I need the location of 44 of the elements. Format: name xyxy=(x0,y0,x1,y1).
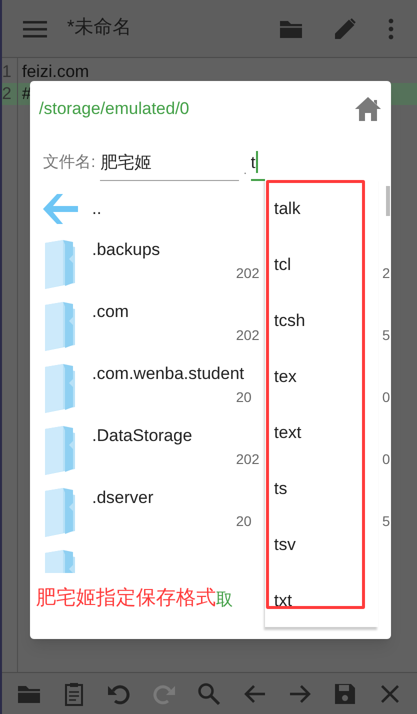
pencil-icon[interactable] xyxy=(333,16,357,40)
folder-icon xyxy=(43,363,76,415)
caption-text: 肥宅姬指定保存格式 xyxy=(36,586,216,611)
folder-icon xyxy=(43,425,76,477)
modified-date: 2 xyxy=(382,264,390,283)
modified-date: 0 xyxy=(382,450,390,469)
dot-separator: . xyxy=(243,162,247,179)
parent-folder-link[interactable]: .. xyxy=(92,196,102,222)
folder-name[interactable]: .com.wenba.student xyxy=(92,363,244,385)
modified-date: 20 xyxy=(236,512,252,531)
document-title: *未命名 xyxy=(67,16,132,40)
code-line: feizi.com xyxy=(21,61,90,83)
back-arrow-icon[interactable] xyxy=(41,193,79,225)
suggestion-item[interactable]: txt xyxy=(265,586,378,642)
folder-name[interactable]: .DataStorage xyxy=(92,425,192,447)
modified-date: 202 xyxy=(236,450,260,469)
modified-date: 5 xyxy=(382,326,390,345)
suggestion-item[interactable]: tcsh xyxy=(265,306,378,362)
line-number: 2 xyxy=(2,83,17,105)
menu-icon[interactable] xyxy=(23,20,47,38)
text-cursor xyxy=(256,151,258,174)
home-icon[interactable] xyxy=(354,96,382,122)
search-icon[interactable] xyxy=(197,682,222,706)
folder-icon xyxy=(43,487,76,539)
suggestion-item[interactable]: tsv xyxy=(265,530,378,586)
more-icon[interactable] xyxy=(387,16,395,40)
modified-date: 5 xyxy=(382,512,390,531)
filename-field[interactable]: 肥宅姬 xyxy=(100,150,240,181)
folder-icon xyxy=(43,301,76,353)
suggestion-item[interactable]: text xyxy=(265,418,378,474)
suggestion-item[interactable]: ts xyxy=(265,474,378,530)
suggestion-item[interactable]: tcl xyxy=(265,250,378,306)
folder-icon xyxy=(43,239,76,291)
modified-date: 202 xyxy=(236,326,260,345)
suggestion-item[interactable]: talk xyxy=(265,194,378,250)
modified-date: 20 xyxy=(236,388,252,407)
filename-label: 文件名: xyxy=(43,152,96,173)
scrollbar xyxy=(386,186,390,216)
folder-name[interactable]: .com xyxy=(92,301,129,323)
folder-name[interactable]: .dserver xyxy=(92,487,154,509)
modified-date: 202 xyxy=(236,264,260,283)
suggestion-item[interactable]: tex xyxy=(265,362,378,418)
modified-date: 0 xyxy=(382,388,390,407)
folder-name[interactable]: .backups xyxy=(92,239,160,261)
